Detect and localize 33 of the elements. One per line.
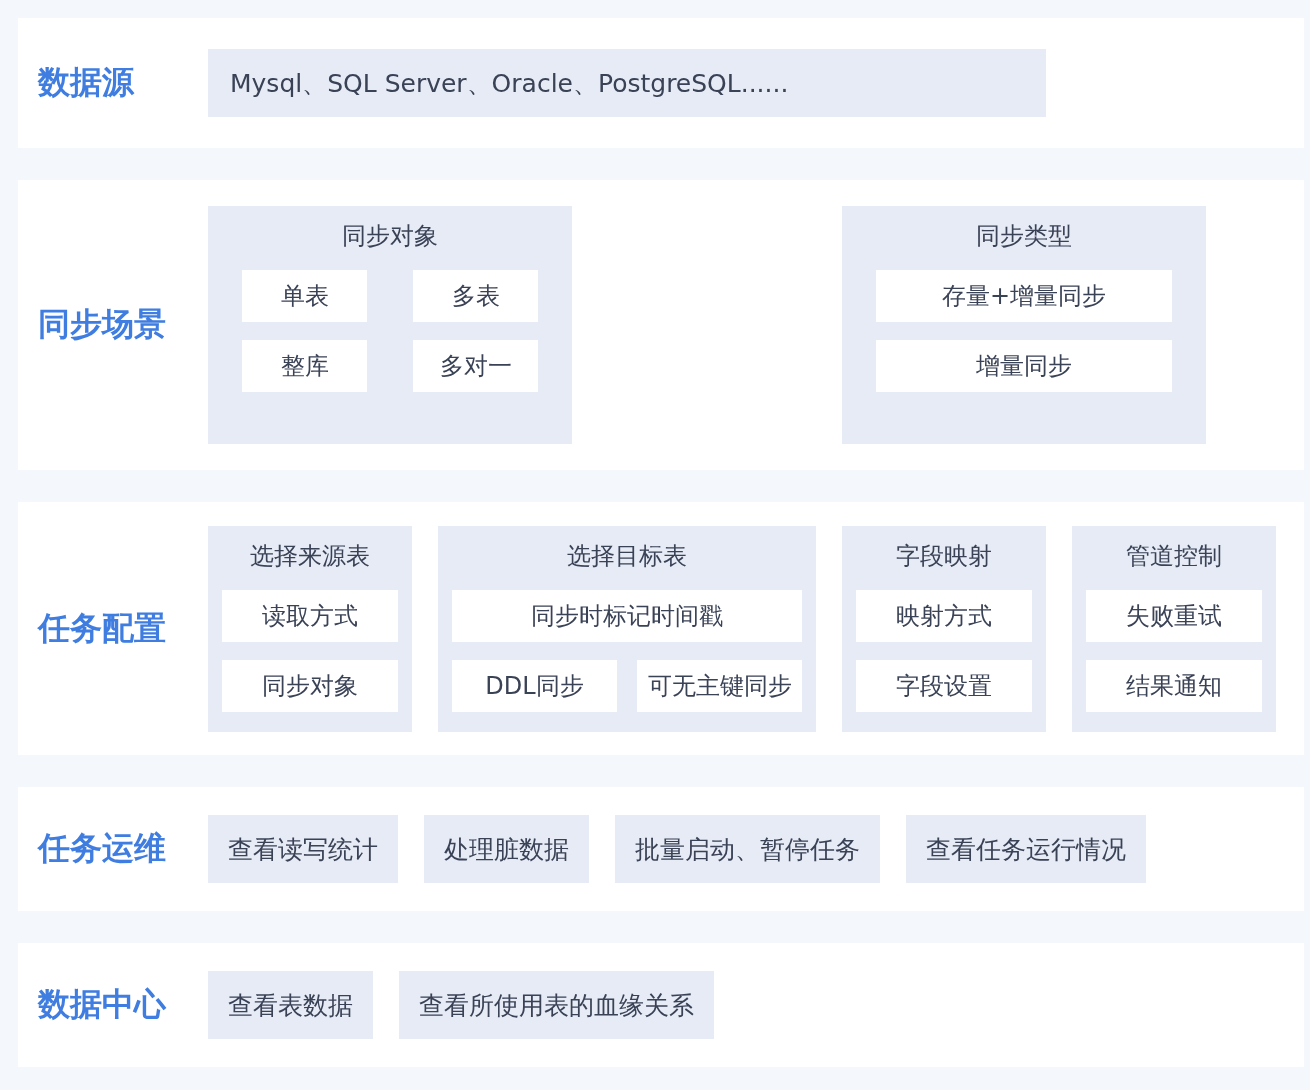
feature-item: 读取方式 bbox=[222, 589, 398, 642]
feature-item: 失败重试 bbox=[1086, 589, 1262, 642]
feature-item: DDL同步 bbox=[452, 659, 617, 712]
group-title: 选择来源表 bbox=[249, 540, 371, 572]
data-source-list: Mysql、SQL Server、Oracle、PostgreSQL...... bbox=[208, 49, 1046, 117]
group-title: 同步类型 bbox=[975, 221, 1073, 252]
feature-item: 增量同步 bbox=[876, 340, 1172, 392]
group-title: 管道控制 bbox=[1125, 540, 1223, 572]
feature-item: 字段设置 bbox=[856, 659, 1032, 712]
feature-tag: 查看表数据 bbox=[208, 971, 373, 1039]
feature-item: 单表 bbox=[242, 270, 367, 322]
section-label: 数据源 bbox=[38, 62, 135, 103]
feature-tag: 查看所使用表的血缘关系 bbox=[399, 971, 714, 1039]
section-label: 数据中心 bbox=[38, 984, 167, 1025]
feature-item: 映射方式 bbox=[856, 589, 1032, 642]
feature-item: 整库 bbox=[242, 340, 367, 392]
feature-tag: 查看任务运行情况 bbox=[906, 815, 1146, 883]
feature-item: 多对一 bbox=[413, 340, 538, 392]
feature-item: 同步时标记时间戳 bbox=[452, 589, 802, 642]
group-title: 同步对象 bbox=[341, 221, 439, 252]
feature-item: 可无主键同步 bbox=[637, 659, 802, 712]
section-label: 任务配置 bbox=[38, 607, 167, 649]
section-label: 同步场景 bbox=[38, 304, 167, 345]
section-label: 任务运维 bbox=[38, 828, 167, 869]
feature-item: 存量+增量同步 bbox=[876, 270, 1172, 322]
feature-tag: 处理脏数据 bbox=[424, 815, 589, 883]
feature-tag: 查看读写统计 bbox=[208, 815, 398, 883]
feature-item: 多表 bbox=[413, 270, 538, 322]
group-title: 字段映射 bbox=[895, 540, 993, 572]
feature-item: 同步对象 bbox=[222, 659, 398, 712]
group-title: 选择目标表 bbox=[566, 540, 688, 572]
feature-tag: 批量启动、暂停任务 bbox=[615, 815, 880, 883]
feature-item: 结果通知 bbox=[1086, 659, 1262, 712]
